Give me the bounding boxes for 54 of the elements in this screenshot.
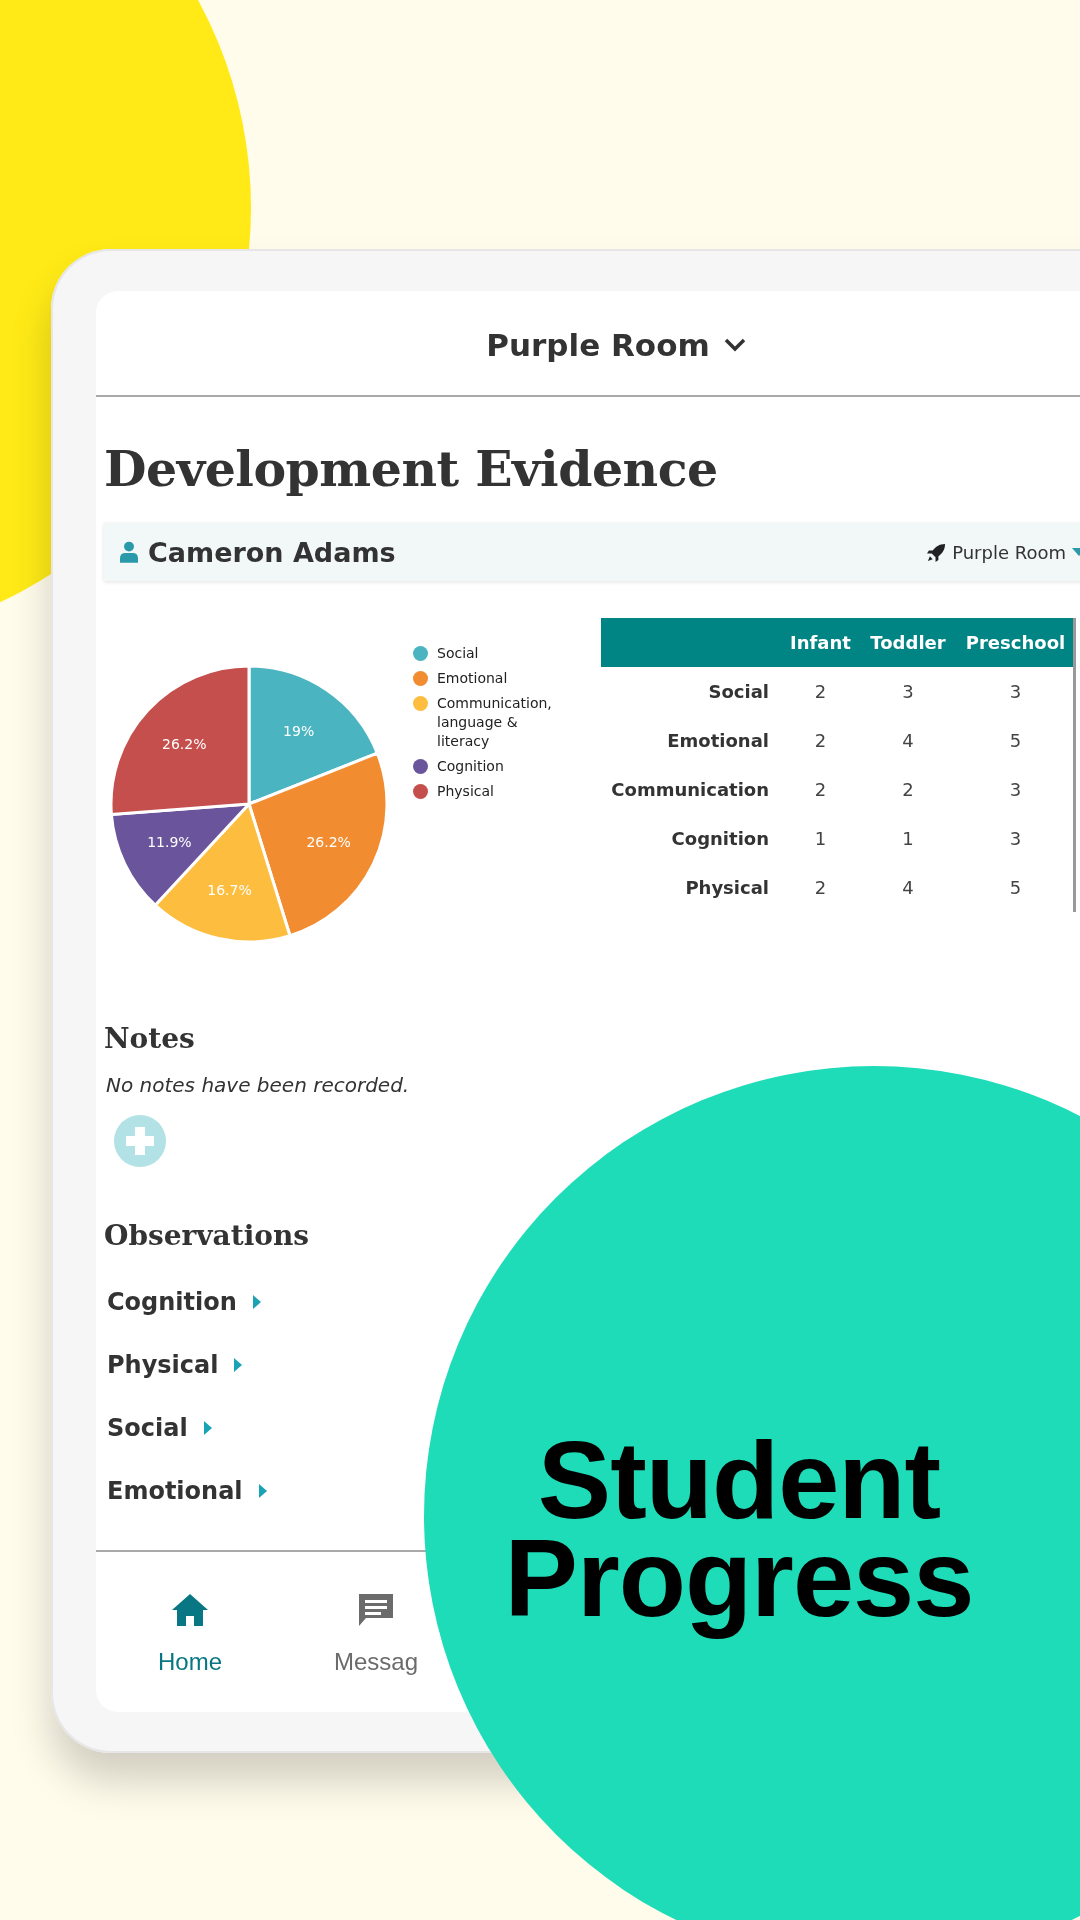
column-header: Toddler <box>858 618 958 667</box>
table-cell-text: 2 <box>813 778 828 802</box>
row-label: Communication <box>610 778 770 802</box>
rocket-icon <box>927 542 947 562</box>
legend-label: Communication, language & literacy <box>437 694 553 751</box>
slice-value-label: 19% <box>283 722 315 739</box>
table-cell: 5 <box>958 716 1075 765</box>
room-dropdown[interactable]: Purple Room <box>952 541 1066 563</box>
slice-value-label: 26.2% <box>306 834 351 851</box>
section-heading: Notes <box>104 1022 196 1055</box>
observation-category[interactable]: Cognition <box>107 1288 237 1316</box>
student-name: Cameron Adams <box>148 536 396 568</box>
table-cell-text: 2 <box>813 729 828 753</box>
table-cell: 3 <box>958 814 1075 863</box>
section-heading: Observations <box>104 1219 311 1252</box>
row-label: Social <box>601 667 783 716</box>
table-cell-text: 2 <box>813 876 828 900</box>
slice-value-label: 11.9% <box>147 834 192 851</box>
row-label: Cognition <box>670 827 770 851</box>
observation-category[interactable]: Physical <box>107 1351 219 1379</box>
table-cell: 2 <box>783 667 858 716</box>
nav-tab[interactable]: Messag <box>334 1592 419 1676</box>
nav-tab[interactable]: Home <box>158 1592 223 1676</box>
legend-label: Emotional <box>437 669 508 688</box>
person-icon <box>120 541 138 563</box>
observation-category[interactable]: Emotional <box>107 1477 243 1505</box>
caret-right-icon[interactable] <box>234 1358 243 1372</box>
table-cell-text: 4 <box>901 876 915 900</box>
row-label: Physical <box>684 876 770 900</box>
caret-right-icon[interactable] <box>203 1421 212 1435</box>
caret-right-icon[interactable] <box>252 1295 261 1309</box>
table-cell: 3 <box>958 765 1075 814</box>
chevron-down-icon[interactable] <box>723 338 746 352</box>
table-cell-text: 1 <box>813 827 828 851</box>
table-cell: 3 <box>858 667 958 716</box>
home-icon <box>170 1592 210 1628</box>
legend-label: Cognition <box>437 757 504 776</box>
slice-value-label: 26.2% <box>162 735 207 752</box>
slice-value-label: 16.7% <box>207 882 252 899</box>
table-cell-text: 4 <box>901 729 915 753</box>
legend-label: Social <box>437 644 479 663</box>
table-cell-text: 1 <box>901 827 915 851</box>
observation-category[interactable]: Social <box>107 1414 188 1442</box>
page-heading: Development Evidence <box>104 439 719 500</box>
table-cell: 3 <box>958 667 1075 716</box>
table-cell: 5 <box>958 863 1075 912</box>
column-header: Preschool <box>958 618 1075 667</box>
table-cell-text: 2 <box>901 778 915 802</box>
empty-notes-message: No notes have been recorded. <box>106 1073 411 1097</box>
room-selector-title[interactable]: Purple Room <box>486 327 710 363</box>
legend-label: Physical <box>437 782 494 801</box>
row-label: Emotional <box>666 729 770 753</box>
caret-right-icon[interactable] <box>258 1484 267 1498</box>
column-header: Infant <box>783 618 858 667</box>
